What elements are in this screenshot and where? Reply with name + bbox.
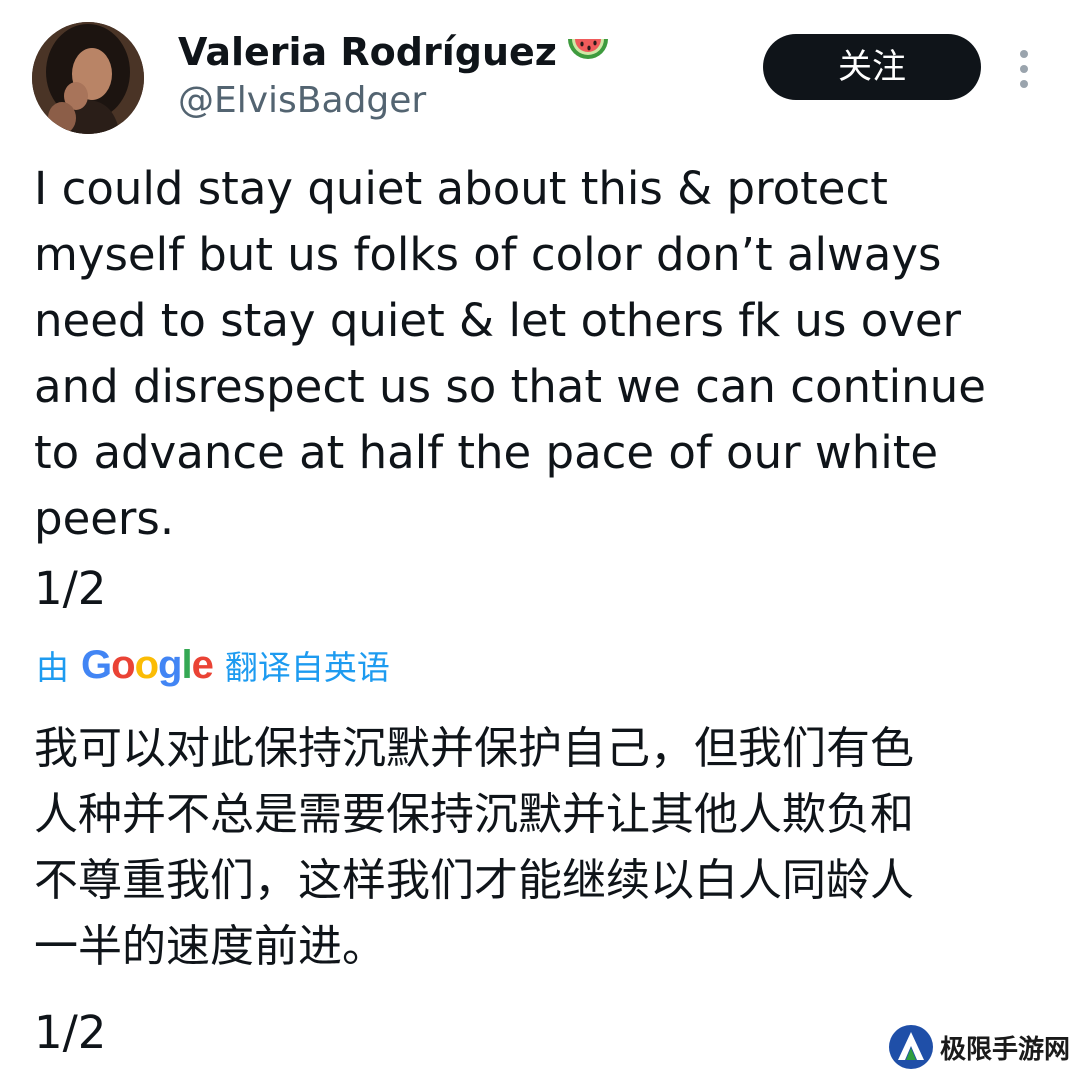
tweet-thread-counter: 1/2 [34, 562, 107, 615]
translate-suffix: 翻译自英语 [224, 648, 390, 687]
user-handle[interactable]: @ElvisBadger [178, 78, 426, 124]
translated-thread-counter: 1/2 [34, 1006, 107, 1059]
more-vertical-icon[interactable] [1014, 50, 1036, 88]
avatar-image [32, 22, 144, 134]
watermark-logo-icon [889, 1025, 933, 1069]
display-name-text: Valeria Rodríguez [178, 30, 557, 74]
tweet-text: I could stay quiet about this & protect … [34, 162, 986, 545]
translate-prefix: 由 [36, 648, 69, 687]
watermark-text: 极限手游网 [940, 1034, 1071, 1065]
site-watermark: 极限手游网 [888, 1024, 1070, 1070]
translated-text: 我可以对此保持沉默并保护自己，但我们有色 人种并不总是需要保持沉默并让其他人欺负… [34, 723, 914, 972]
avatar[interactable] [32, 22, 144, 134]
watermelon-icon [565, 32, 611, 80]
google-logo: Google [81, 642, 214, 687]
user-display-name[interactable]: Valeria Rodríguez [178, 28, 611, 80]
follow-button[interactable]: 关注 [763, 34, 981, 100]
translated-by-google[interactable]: 由 Google 翻译自英语 [36, 640, 390, 690]
